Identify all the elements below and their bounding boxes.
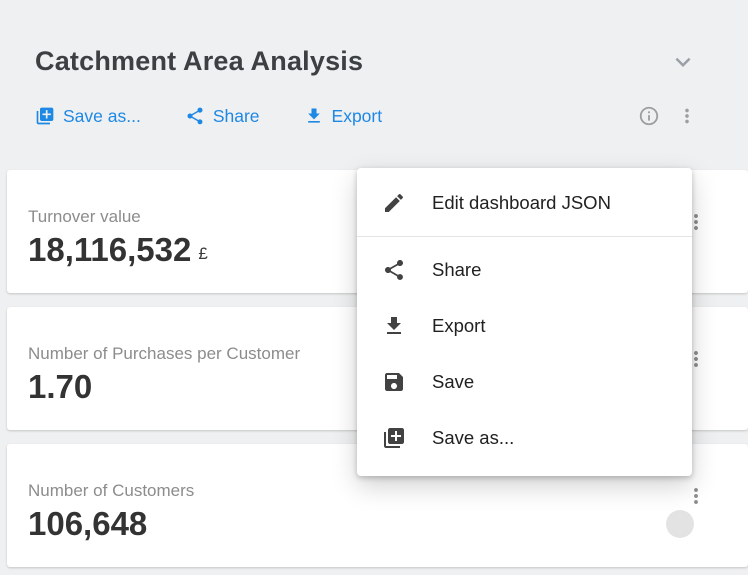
download-icon — [382, 314, 406, 338]
menu-item-label: Share — [432, 259, 481, 281]
menu-item-label: Save — [432, 371, 474, 393]
card-more-vert-icon[interactable] — [684, 484, 708, 508]
title-row: Catchment Area Analysis — [35, 46, 748, 77]
export-label: Export — [332, 106, 383, 127]
dashboard-context-menu: Edit dashboard JSON Share Export Save — [357, 168, 692, 476]
export-button[interactable]: Export — [304, 106, 383, 127]
kpi-label: Number of Customers — [28, 481, 748, 501]
toolbar: Save as... Share Export — [35, 105, 748, 127]
menu-item-edit-dashboard-json[interactable]: Edit dashboard JSON — [357, 175, 692, 231]
kpi-value: 1.70 — [28, 369, 92, 405]
save-as-icon — [382, 426, 406, 450]
info-icon[interactable] — [638, 105, 660, 127]
share-label: Share — [213, 106, 260, 127]
kpi-value: 106,648 — [28, 506, 147, 542]
menu-item-export[interactable]: Export — [357, 298, 692, 354]
menu-item-label: Export — [432, 315, 485, 337]
share-button[interactable]: Share — [185, 106, 260, 127]
save-as-button[interactable]: Save as... — [35, 106, 141, 127]
header-more-vert-icon[interactable] — [676, 105, 698, 127]
share-icon — [382, 258, 406, 282]
menu-item-label: Save as... — [432, 427, 514, 449]
kpi-value-row: 106,648 — [28, 506, 748, 542]
save-icon — [382, 370, 406, 394]
menu-divider — [357, 236, 692, 237]
status-dot — [666, 510, 694, 538]
kpi-unit: £ — [198, 244, 207, 268]
menu-item-save-as[interactable]: Save as... — [357, 410, 692, 466]
dashboard-header: Catchment Area Analysis Save as... Share — [0, 0, 748, 127]
edit-icon — [382, 191, 406, 215]
save-as-label: Save as... — [63, 106, 141, 127]
download-icon — [304, 106, 324, 126]
share-icon — [185, 106, 205, 126]
page-title: Catchment Area Analysis — [35, 46, 668, 77]
kpi-value: 18,116,532 — [28, 232, 191, 268]
chevron-down-icon[interactable] — [668, 47, 698, 77]
dashboard-page: Catchment Area Analysis Save as... Share — [0, 0, 748, 575]
menu-item-label: Edit dashboard JSON — [432, 192, 611, 214]
save-as-icon — [35, 106, 55, 126]
menu-item-share[interactable]: Share — [357, 242, 692, 298]
menu-item-save[interactable]: Save — [357, 354, 692, 410]
